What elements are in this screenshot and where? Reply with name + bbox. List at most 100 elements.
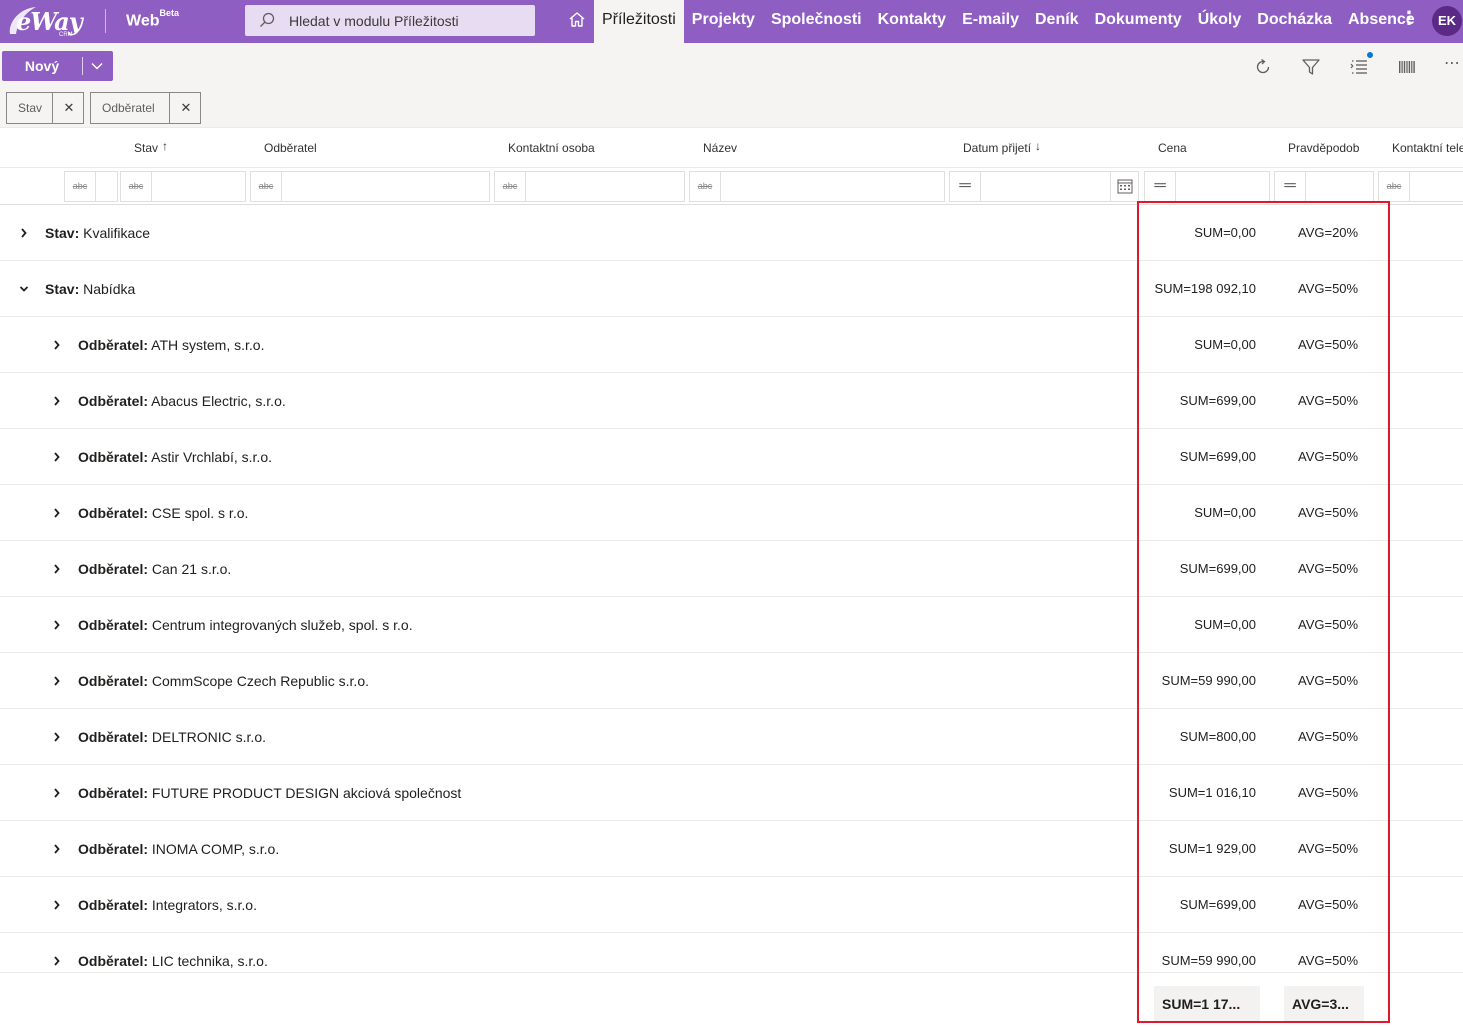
nav-item-emaily[interactable]: E-maily bbox=[954, 0, 1027, 43]
close-icon[interactable]: ✕ bbox=[53, 93, 85, 123]
column-header-pravdepodobnost[interactable]: Pravděpodob bbox=[1288, 128, 1359, 168]
group-sum: SUM=0,00 bbox=[1194, 505, 1256, 520]
ewaycrm-logo[interactable]: eWay CRM bbox=[6, 4, 88, 38]
filter-cena[interactable]: ═ bbox=[1144, 171, 1270, 202]
group-by-bar: Stav ✕ Odběratel ✕ bbox=[0, 88, 1463, 128]
text-filter-operator-icon[interactable]: abc bbox=[65, 172, 96, 201]
filter-stav[interactable]: abc bbox=[64, 171, 118, 202]
equals-operator-icon[interactable]: ═ bbox=[950, 172, 981, 201]
column-list-icon[interactable] bbox=[1349, 57, 1369, 77]
filter-datum-prijeti[interactable]: ═ bbox=[949, 171, 1139, 202]
group-sum: SUM=699,00 bbox=[1179, 449, 1256, 464]
nav-item-denik[interactable]: Deník bbox=[1027, 0, 1087, 43]
nav-item-ukoly[interactable]: Úkoly bbox=[1190, 0, 1250, 43]
chevron-right-icon[interactable] bbox=[52, 787, 62, 799]
refresh-icon[interactable] bbox=[1253, 57, 1273, 77]
group-value: Can 21 s.r.o. bbox=[151, 561, 232, 577]
group-row-label: Odběratel: ATH system, s.r.o. bbox=[78, 317, 264, 373]
group-chip-stav[interactable]: Stav ✕ bbox=[6, 92, 84, 124]
barcode-icon[interactable] bbox=[1397, 57, 1417, 77]
search-input[interactable] bbox=[289, 5, 529, 36]
column-header-datum-prijeti[interactable]: Datum přijetí ↓ bbox=[963, 128, 1041, 168]
column-header-stav[interactable]: Stav ↑ bbox=[134, 128, 168, 168]
nav-item-dochazka[interactable]: Docházka bbox=[1249, 0, 1340, 43]
chevron-down-icon[interactable] bbox=[19, 283, 29, 295]
text-filter-operator-icon[interactable]: abc bbox=[495, 172, 526, 201]
search-icon bbox=[260, 12, 275, 27]
text-filter-operator-icon[interactable]: abc bbox=[251, 172, 282, 201]
filter-pravdepodobnost[interactable]: ═ bbox=[1274, 171, 1374, 202]
sort-ascending-icon: ↑ bbox=[162, 139, 169, 153]
chevron-right-icon[interactable] bbox=[52, 843, 62, 855]
chevron-right-icon[interactable] bbox=[52, 507, 62, 519]
user-avatar[interactable]: EK bbox=[1432, 6, 1462, 36]
group-row-odberatel[interactable]: Odběratel: CommScope Czech Republic s.r.… bbox=[0, 653, 1463, 709]
nav-item-dokumenty[interactable]: Dokumenty bbox=[1087, 0, 1190, 43]
group-key: Odběratel: bbox=[78, 729, 149, 745]
equals-operator-icon[interactable]: ═ bbox=[1145, 172, 1176, 201]
filter-kontaktni-osoba[interactable]: abc bbox=[494, 171, 685, 202]
group-avg: AVG=50% bbox=[1298, 393, 1359, 408]
column-header-odberatel[interactable]: Odběratel bbox=[264, 128, 317, 168]
nav-item-kontakty[interactable]: Kontakty bbox=[870, 0, 954, 43]
column-header-kontaktni-telefon[interactable]: Kontaktní tele bbox=[1392, 128, 1463, 168]
group-row-odberatel[interactable]: Odběratel: ATH system, s.r.o. SUM=0,00 AVG… bbox=[0, 317, 1463, 373]
chevron-right-icon[interactable] bbox=[52, 899, 62, 911]
chevron-right-icon[interactable] bbox=[52, 955, 62, 967]
group-row-odberatel[interactable]: Odběratel: DELTRONIC s.r.o. SUM=800,00 AVG… bbox=[0, 709, 1463, 765]
group-row-odberatel[interactable]: Odběratel: INOMA COMP, s.r.o. SUM=1 929,0… bbox=[0, 821, 1463, 877]
group-sum: SUM=1 016,10 bbox=[1168, 785, 1256, 800]
chevron-right-icon[interactable] bbox=[52, 675, 62, 687]
filter-icon[interactable] bbox=[1301, 57, 1321, 77]
more-vertical-icon[interactable]: ⋮ bbox=[1400, 8, 1418, 29]
group-avg: AVG=50% bbox=[1298, 337, 1359, 352]
group-row-odberatel[interactable]: Odběratel: Astir Vrchlabí, s.r.o. SUM=699… bbox=[0, 429, 1463, 485]
chevron-right-icon[interactable] bbox=[52, 339, 62, 351]
group-row-stav[interactable]: Stav: Nabídka SUM=198 092,10 AVG=50% bbox=[0, 261, 1463, 317]
chevron-right-icon[interactable] bbox=[52, 563, 62, 575]
calendar-icon[interactable] bbox=[1110, 172, 1138, 201]
more-icon[interactable]: ⋯ bbox=[1444, 53, 1461, 73]
chevron-right-icon[interactable] bbox=[52, 395, 62, 407]
group-row-odberatel[interactable]: Odběratel: Integrators, s.r.o. SUM=699,00… bbox=[0, 877, 1463, 933]
nav-item-prilezitosti[interactable]: Příležitosti bbox=[594, 0, 684, 43]
filter-nazev[interactable]: abc bbox=[689, 171, 945, 202]
nav-item-projekty[interactable]: Projekty bbox=[684, 0, 763, 43]
group-chip-odberatel[interactable]: Odběratel ✕ bbox=[90, 92, 201, 124]
filter-odberatel[interactable]: abc bbox=[250, 171, 490, 202]
module-search[interactable] bbox=[245, 5, 535, 36]
group-avg: AVG=50% bbox=[1298, 505, 1359, 520]
chevron-right-icon[interactable] bbox=[52, 731, 62, 743]
group-row-odberatel[interactable]: Odběratel: CSE spol. s r.o. SUM=0,00 AVG=5… bbox=[0, 485, 1463, 541]
group-row-odberatel[interactable]: Odběratel: Can 21 s.r.o. SUM=699,00 AVG=50… bbox=[0, 541, 1463, 597]
nav-item-spolecnosti[interactable]: Společnosti bbox=[763, 0, 870, 43]
chevron-right-icon[interactable] bbox=[19, 227, 29, 239]
filter-odberatel-group[interactable]: abc bbox=[120, 171, 246, 202]
text-filter-operator-icon[interactable]: abc bbox=[690, 172, 721, 201]
group-row-odberatel[interactable]: Odběratel: Centrum integrovaných služeb,… bbox=[0, 597, 1463, 653]
chevron-right-icon[interactable] bbox=[52, 451, 62, 463]
text-filter-operator-icon[interactable]: abc bbox=[1379, 172, 1410, 201]
group-value: ATH system, s.r.o. bbox=[151, 337, 265, 353]
column-header-cena[interactable]: Cena bbox=[1158, 128, 1187, 168]
group-row-label: Odběratel: Astir Vrchlabí, s.r.o. bbox=[78, 429, 272, 485]
equals-operator-icon[interactable]: ═ bbox=[1275, 172, 1306, 201]
new-button-label: Nový bbox=[24, 58, 60, 74]
group-row-stav[interactable]: Stav: Kvalifikace SUM=0,00 AVG=20% bbox=[0, 205, 1463, 261]
group-chip-label: Stav bbox=[7, 93, 53, 123]
chevron-right-icon[interactable] bbox=[52, 619, 62, 631]
filter-kontaktni-telefon[interactable]: abc bbox=[1378, 171, 1463, 202]
home-icon[interactable] bbox=[567, 10, 587, 30]
column-header-nazev[interactable]: Název bbox=[703, 128, 737, 168]
group-sum: SUM=59 990,00 bbox=[1161, 673, 1256, 688]
group-avg: AVG=50% bbox=[1298, 281, 1359, 296]
top-bar: eWay CRM WebBeta Příležitosti Projekty S… bbox=[0, 0, 1463, 43]
column-header-kontaktni-osoba[interactable]: Kontaktní osoba bbox=[508, 128, 595, 168]
new-button[interactable]: Nový bbox=[2, 51, 113, 81]
group-row-odberatel[interactable]: Odběratel: LIC technika, s.r.o. SUM=59 99… bbox=[0, 933, 1463, 972]
close-icon[interactable]: ✕ bbox=[170, 93, 202, 123]
group-row-odberatel[interactable]: Odběratel: Abacus Electric, s.r.o. SUM=69… bbox=[0, 373, 1463, 429]
chevron-down-icon[interactable] bbox=[90, 59, 104, 73]
text-filter-operator-icon[interactable]: abc bbox=[121, 172, 152, 201]
group-row-odberatel[interactable]: Odběratel: FUTURE PRODUCT DESIGN akciová… bbox=[0, 765, 1463, 821]
